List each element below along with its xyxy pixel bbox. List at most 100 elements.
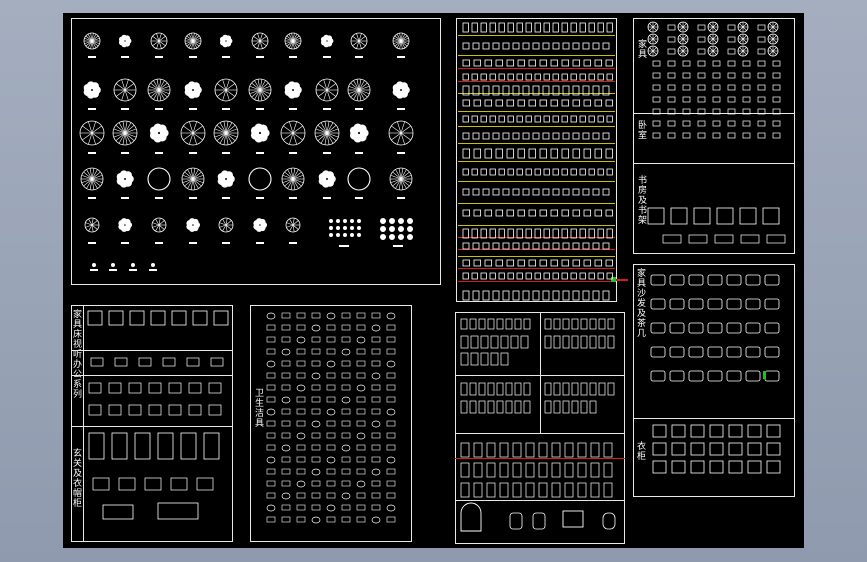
door-icon	[564, 462, 574, 478]
bathroom-fixture-icon	[386, 516, 396, 523]
furniture-block-icon	[552, 132, 560, 140]
furniture-block-icon	[572, 209, 580, 217]
sofa-set-icon	[707, 298, 723, 310]
wardrobe-icon	[690, 442, 705, 456]
bathroom-fixture-icon	[326, 312, 336, 320]
furniture-block-icon	[517, 148, 525, 159]
bathroom-fixture-icon	[311, 408, 321, 415]
furniture-block-icon	[594, 59, 602, 67]
furniture-block-icon	[561, 259, 569, 267]
furniture-block-icon	[471, 22, 478, 33]
bathroom-fixture-icon	[341, 444, 351, 452]
bed-icon	[87, 310, 103, 326]
bathroom-fixture-icon	[281, 444, 291, 452]
furniture-block-icon	[727, 108, 736, 115]
furniture-block-icon	[552, 42, 560, 50]
furniture-block-icon	[757, 48, 766, 55]
furniture-block-icon	[482, 132, 490, 140]
sofa-set-icon	[707, 346, 723, 358]
door-window-icon	[607, 318, 615, 330]
door-window-icon	[487, 400, 495, 414]
furniture-block-icon	[697, 84, 706, 91]
tree-symbol-icon	[315, 78, 339, 102]
arched-door-icon	[460, 502, 482, 532]
furniture-block-icon	[492, 290, 500, 301]
furniture-block-icon	[697, 24, 706, 31]
furniture-block-icon	[528, 148, 536, 159]
furniture-block-icon	[542, 132, 550, 140]
tree-symbol-icon	[147, 78, 171, 102]
door-window-icon	[469, 318, 477, 330]
furniture-block-icon	[489, 168, 496, 176]
bed-icon	[129, 310, 145, 326]
bathroom-fixture-icon	[371, 504, 381, 511]
bathroom-fixture-icon	[281, 396, 291, 404]
bathroom-fixture-icon	[371, 336, 381, 343]
bathroom-fixture-icon	[356, 432, 366, 440]
tree-symbol-icon	[248, 78, 272, 102]
furniture-block-icon	[525, 272, 532, 280]
furniture-block-icon	[502, 132, 510, 140]
bathroom-fixture-icon	[341, 348, 351, 356]
sofa-set-icon	[669, 346, 685, 358]
door-icon	[603, 482, 613, 498]
bathroom-fixture-icon	[371, 432, 381, 439]
bathroom-fixture-icon	[356, 372, 366, 379]
shrub-symbol-icon	[318, 170, 336, 188]
sofa-set-icon	[650, 370, 666, 382]
door-window-icon	[553, 382, 561, 396]
furniture-block-icon	[525, 22, 532, 33]
furniture-block-icon	[552, 168, 559, 176]
furniture-block-icon	[697, 48, 706, 55]
wardrobe-icon	[690, 460, 705, 474]
furniture-block-icon	[682, 132, 691, 139]
furniture-block-icon	[757, 108, 766, 115]
furniture-block-icon	[539, 209, 547, 217]
furniture-block-icon	[484, 59, 492, 67]
bathroom-fixture-icon	[281, 312, 291, 319]
cad-drawing-canvas[interactable]: 家具 卧室 书房及书架 家具床视听办公系列 玄关及衣帽柜 卫生洁具 家具沙发及茶…	[63, 13, 804, 548]
furniture-block-icon	[525, 115, 532, 123]
bathroom-fixture-icon	[311, 468, 321, 476]
door-window-icon	[460, 318, 468, 330]
sofa-set-icon	[745, 322, 761, 334]
furniture-block-icon	[742, 108, 751, 115]
shrub-symbol-icon	[217, 170, 235, 188]
furniture-block-icon	[602, 42, 610, 50]
bathroom-fixture-icon	[341, 492, 351, 500]
bathroom-fixture-icon	[371, 372, 381, 380]
wardrobe-icon	[709, 424, 724, 438]
furniture-block-icon	[594, 148, 602, 159]
furniture-block-icon	[516, 272, 523, 280]
furniture-block-icon	[472, 188, 480, 196]
tree-symbol-icon	[79, 120, 105, 146]
bathroom-fixture-icon	[266, 348, 276, 355]
furniture-block-icon	[712, 120, 721, 127]
tree-symbol-icon	[281, 167, 305, 191]
shrub-symbol-icon	[253, 218, 267, 232]
shrub-symbol-icon	[118, 218, 132, 232]
furniture-block-icon	[517, 59, 525, 67]
furniture-block-icon	[592, 42, 600, 50]
furniture-block-icon	[582, 132, 590, 140]
tv-cabinet-icon	[210, 357, 224, 367]
wardrobe-icon	[203, 432, 220, 460]
bathroom-fixture-icon	[281, 432, 291, 439]
furniture-block-icon	[489, 22, 496, 33]
furniture-block-icon	[472, 132, 480, 140]
bathroom-fixture-icon	[356, 480, 366, 488]
bathroom-fixture-icon	[356, 516, 366, 523]
bathroom-fixture-icon	[311, 360, 321, 367]
furniture-block-icon	[579, 272, 586, 280]
tree-symbol-icon	[347, 78, 371, 102]
bathroom-fixture-icon	[311, 384, 321, 391]
furniture-block-icon	[682, 96, 691, 103]
bathroom-fixture-icon	[281, 408, 291, 415]
furniture-block-icon	[473, 59, 481, 67]
furniture-block-icon	[543, 115, 550, 123]
tree-symbol-icon	[213, 120, 239, 146]
furniture-block-icon	[572, 59, 580, 67]
bathroom-fixture-icon	[266, 324, 276, 331]
door-window-icon	[589, 318, 597, 330]
furniture-block-icon	[737, 21, 749, 33]
